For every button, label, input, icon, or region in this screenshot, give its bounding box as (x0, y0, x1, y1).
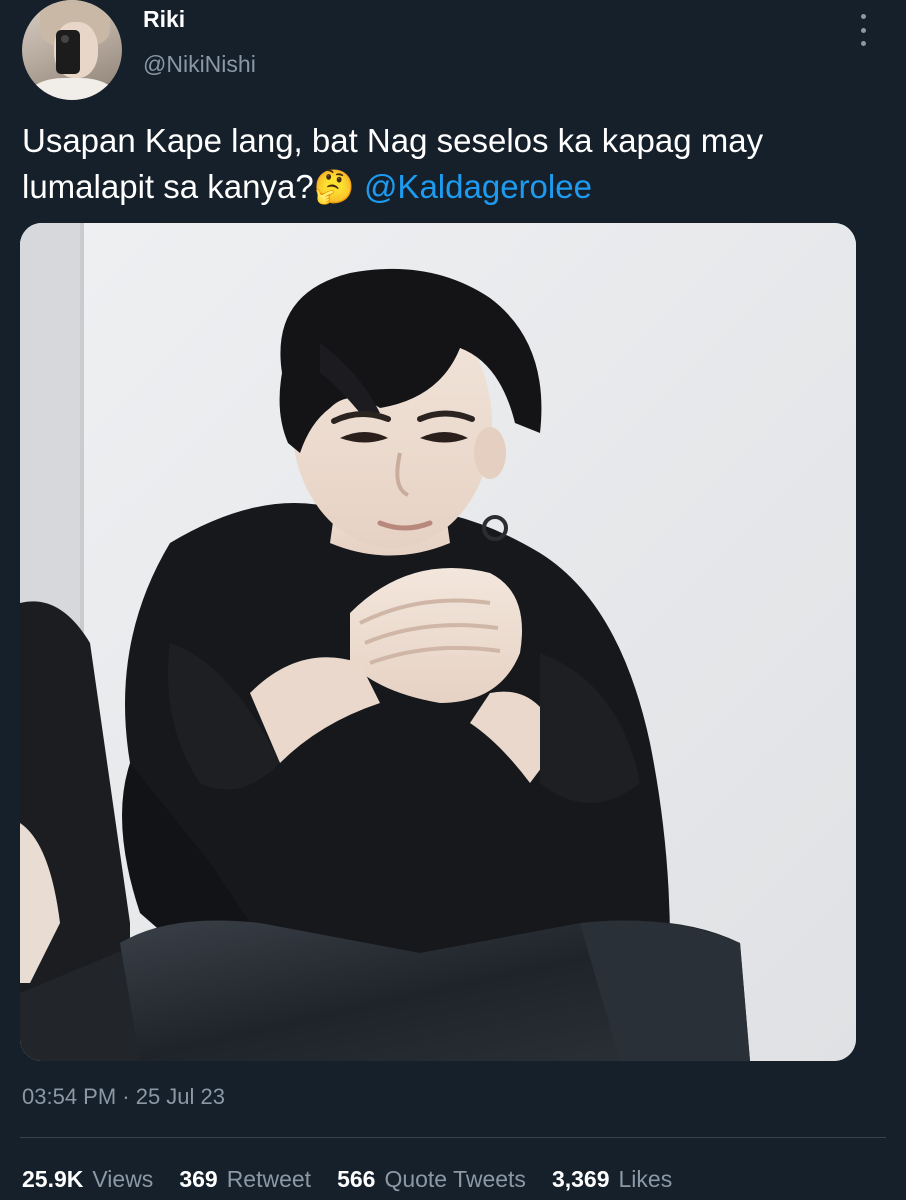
author-display-name[interactable]: Riki (143, 6, 185, 33)
stat-views[interactable]: 25.9K Views (22, 1166, 153, 1193)
more-dot (860, 41, 866, 46)
divider (20, 1137, 886, 1138)
more-vertical-icon[interactable] (850, 14, 876, 46)
stat-label: Likes (618, 1166, 673, 1192)
photo-illustration (20, 223, 856, 1061)
tweet-timestamp[interactable]: 03:54 PM · 25 Jul 23 (22, 1084, 225, 1110)
stat-label: Quote Tweets (384, 1166, 526, 1192)
stat-value: 25.9K (22, 1166, 84, 1192)
tweet-text: Usapan Kape lang, bat Nag seselos ka kap… (22, 118, 882, 210)
tweet-photo[interactable] (20, 223, 856, 1061)
stat-retweets[interactable]: 369 Retweet (179, 1166, 311, 1193)
avatar-shirt (30, 78, 114, 100)
tweet: Riki @NikiNishi Usapan Kape lang, bat Na… (0, 0, 906, 1200)
stat-value: 566 (337, 1166, 376, 1192)
stat-label: Retweet (226, 1166, 312, 1192)
stat-value: 369 (179, 1166, 218, 1192)
mention-link[interactable]: @Kaldagerolee (364, 168, 592, 205)
stat-quote-tweets[interactable]: 566 Quote Tweets (337, 1166, 526, 1193)
more-dot (860, 27, 866, 33)
thinking-face-emoji: 🤔 (313, 167, 355, 206)
author-handle[interactable]: @NikiNishi (143, 51, 256, 78)
engagement-stats: 25.9K Views 369 Retweet 566 Quote Tweets… (22, 1166, 672, 1193)
avatar-phone (56, 30, 80, 74)
more-dot (860, 14, 866, 19)
stat-value: 3,369 (551, 1166, 610, 1192)
stat-likes[interactable]: 3,369 Likes (552, 1166, 672, 1193)
author-avatar[interactable] (22, 0, 122, 100)
stat-label: Views (92, 1166, 154, 1192)
